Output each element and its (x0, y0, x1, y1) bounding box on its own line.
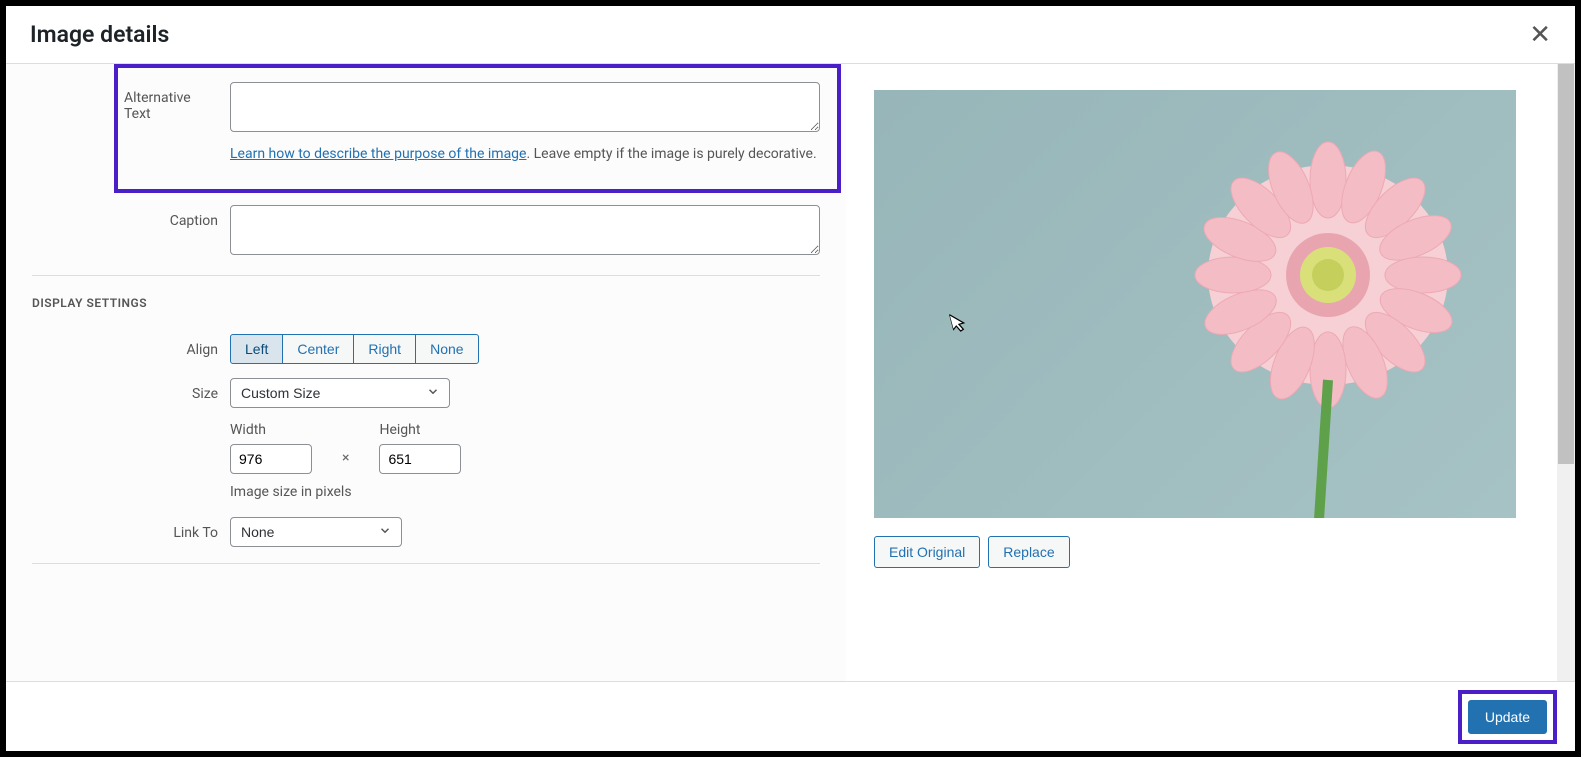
align-center-button[interactable]: Center (282, 334, 354, 364)
align-right-button[interactable]: Right (353, 334, 416, 364)
flower-image-icon (1168, 135, 1508, 518)
link-to-select[interactable]: None (230, 517, 402, 547)
alt-text-label: Alternative Text (118, 82, 230, 122)
align-row: Align Left Center Right None (6, 334, 846, 364)
image-preview (874, 90, 1516, 518)
image-details-modal: Image details ✕ Alternative Text Learn h… (6, 6, 1575, 751)
modal-footer: Update (6, 681, 1575, 751)
dimensions-help: Image size in pixels (230, 482, 820, 503)
replace-button[interactable]: Replace (988, 536, 1069, 568)
height-label: Height (379, 422, 461, 438)
link-to-row: Link To None (6, 517, 846, 547)
edit-original-button[interactable]: Edit Original (874, 536, 980, 568)
modal-title: Image details (30, 21, 169, 48)
alt-text-help-suffix: . Leave empty if the image is purely dec… (526, 146, 816, 162)
size-select[interactable]: Custom Size (230, 378, 450, 408)
align-left-button[interactable]: Left (230, 334, 283, 364)
preview-buttons: Edit Original Replace (874, 536, 1547, 568)
modal-header: Image details ✕ (6, 6, 1575, 64)
align-none-button[interactable]: None (415, 334, 478, 364)
cursor-icon (949, 310, 971, 338)
width-label: Width (230, 422, 312, 438)
divider (32, 275, 820, 276)
dimensions-row: Width × Height Image size in pixels (6, 422, 846, 503)
caption-row: Caption (6, 205, 846, 259)
update-button[interactable]: Update (1468, 700, 1547, 734)
caption-input[interactable] (230, 205, 820, 255)
dimensions-spacer (6, 422, 230, 430)
size-select-wrap: Custom Size (230, 378, 450, 408)
divider (32, 563, 820, 564)
caption-label: Caption (6, 205, 230, 229)
display-settings-title: DISPLAY SETTINGS (32, 296, 846, 310)
height-input[interactable] (379, 444, 461, 474)
width-input[interactable] (230, 444, 312, 474)
dimension-separator: × (342, 450, 349, 474)
align-label: Align (6, 334, 230, 358)
dimensions-inputs: Width × Height (230, 422, 820, 474)
alt-text-help: Learn how to describe the purpose of the… (230, 144, 820, 165)
link-to-label: Link To (6, 517, 230, 541)
alt-text-row: Alternative Text Learn how to describe t… (118, 82, 829, 165)
preview-pane: Edit Original Replace (846, 64, 1575, 681)
alt-text-help-link[interactable]: Learn how to describe the purpose of the… (230, 146, 526, 162)
size-row: Size Custom Size (6, 378, 846, 408)
modal-body: Alternative Text Learn how to describe t… (6, 64, 1575, 681)
align-button-group: Left Center Right None (230, 334, 479, 364)
alt-text-highlight: Alternative Text Learn how to describe t… (114, 64, 841, 193)
settings-pane: Alternative Text Learn how to describe t… (6, 64, 846, 681)
alt-text-input[interactable] (230, 82, 820, 132)
size-label: Size (6, 378, 230, 402)
scrollbar-track[interactable] (1557, 64, 1575, 681)
link-to-select-wrap: None (230, 517, 402, 547)
close-icon[interactable]: ✕ (1529, 22, 1551, 48)
scrollbar-thumb[interactable] (1558, 64, 1574, 464)
update-highlight: Update (1458, 690, 1557, 744)
